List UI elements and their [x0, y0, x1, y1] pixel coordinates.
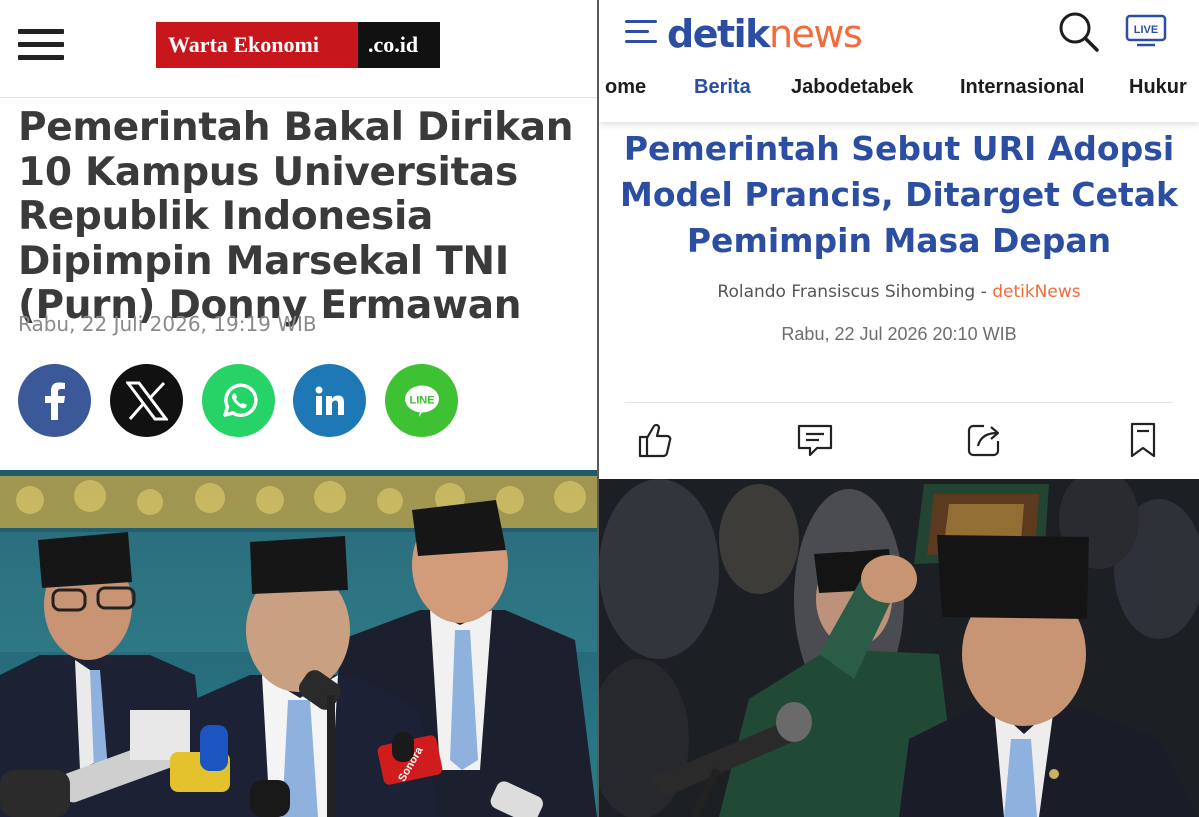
article-title: Pemerintah Bakal Dirikan 10 Kampus Unive… [18, 105, 574, 328]
bookmark-icon[interactable] [1123, 420, 1163, 460]
logo-brand: Warta Ekonomi [156, 22, 358, 68]
nav-berita[interactable]: Berita [694, 76, 751, 99]
nav-home[interactable]: ome [605, 76, 646, 99]
live-label: LIVE [1134, 24, 1158, 36]
whatsapp-icon [222, 383, 258, 417]
site-logo[interactable]: Warta Ekonomi .co.id [156, 22, 440, 68]
comment-icon[interactable] [795, 420, 835, 460]
share-icon[interactable] [964, 420, 1004, 460]
line-icon: LINE [404, 385, 439, 417]
source-name[interactable]: detikNews [992, 282, 1080, 302]
divider [625, 402, 1173, 403]
menu-icon[interactable] [18, 29, 64, 61]
facebook-icon [44, 382, 65, 420]
linkedin-icon [315, 386, 344, 415]
share-linkedin-button[interactable] [293, 364, 366, 437]
like-icon[interactable] [635, 420, 675, 460]
share-whatsapp-button[interactable] [202, 364, 275, 437]
svg-text:LINE: LINE [409, 394, 434, 406]
search-icon[interactable] [1057, 10, 1101, 54]
article-title: Pemerintah Sebut URI Adopsi Model Pranci… [620, 129, 1178, 260]
share-facebook-button[interactable] [18, 364, 91, 437]
menu-icon[interactable] [625, 20, 657, 50]
category-nav: ome Berita Jabodetabek Internasional Huk… [599, 76, 1199, 106]
site-logo[interactable]: detiknews [667, 12, 863, 56]
site-header: detiknews LIVE ome Berita Jabodetabek In… [599, 0, 1199, 122]
share-x-button[interactable] [110, 364, 183, 437]
live-tv-icon[interactable]: LIVE [1125, 14, 1167, 48]
author-name[interactable]: Rolando Fransiscus Sihombing [717, 282, 975, 302]
article-byline: Rolando Fransiscus Sihombing - detikNews [599, 282, 1199, 302]
logo-detik: detik [667, 12, 770, 56]
detiknews-article: detiknews LIVE ome Berita Jabodetabek In… [599, 0, 1199, 817]
article-date: Rabu, 22 Juli 2026, 19:19 WIB [18, 312, 317, 336]
nav-hukum[interactable]: Hukur [1129, 76, 1187, 99]
nav-jabodetabek[interactable]: Jabodetabek [791, 76, 913, 99]
article-photo: Sonora [0, 470, 597, 817]
byline-separator: - [975, 282, 993, 302]
site-header: Warta Ekonomi .co.id [0, 0, 597, 98]
article-date: Rabu, 22 Jul 2026 20:10 WIB [781, 324, 1017, 344]
article-photo [599, 479, 1199, 817]
logo-news: news [768, 12, 863, 56]
share-line-button[interactable]: LINE [385, 364, 458, 437]
nav-internasional[interactable]: Internasional [960, 76, 1084, 99]
x-icon [125, 381, 168, 420]
warta-ekonomi-article: Warta Ekonomi .co.id Pemerintah Bakal Di… [0, 0, 597, 817]
logo-suffix: .co.id [358, 22, 440, 68]
